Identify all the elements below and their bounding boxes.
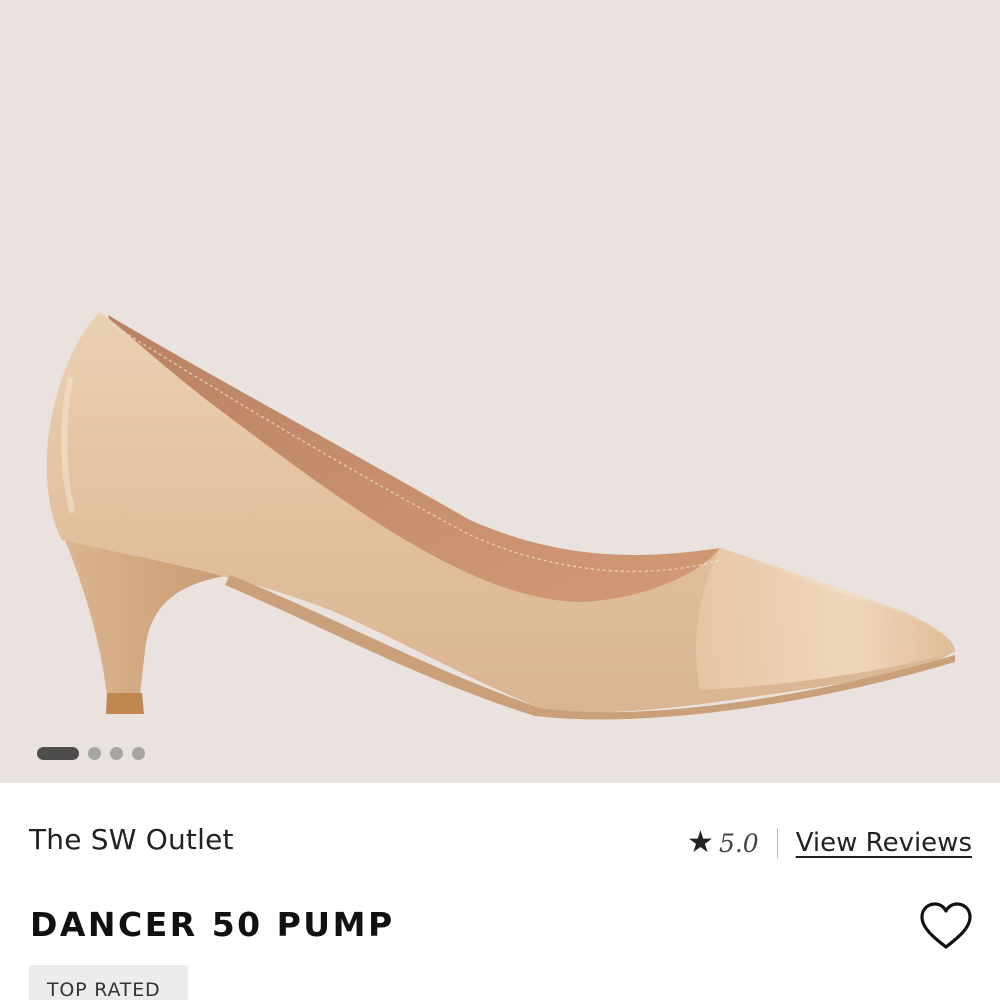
brand-name: The SW Outlet <box>29 823 234 856</box>
top-rated-badge: TOP RATED <box>29 965 188 1000</box>
heart-icon[interactable] <box>918 901 974 951</box>
rating-summary: ★ 5.0 View Reviews <box>687 823 972 863</box>
product-info: The SW Outlet ★ 5.0 View Reviews DANCER … <box>0 783 1000 1000</box>
gallery-dot-1[interactable] <box>37 746 79 760</box>
rating-score: 5.0 <box>718 828 759 858</box>
gallery-dot-2[interactable] <box>88 746 101 760</box>
product-image-gallery[interactable] <box>0 0 1000 783</box>
product-image <box>46 312 955 720</box>
product-title: DANCER 50 PUMP <box>30 905 395 944</box>
gallery-pagination <box>37 746 145 760</box>
view-reviews-link[interactable]: View Reviews <box>796 828 972 858</box>
product-page: The SW Outlet ★ 5.0 View Reviews DANCER … <box>0 0 1000 1000</box>
rating-divider <box>776 828 778 858</box>
gallery-dot-3[interactable] <box>110 746 123 760</box>
gallery-dot-4[interactable] <box>132 746 145 760</box>
star-icon: ★ <box>687 826 714 859</box>
